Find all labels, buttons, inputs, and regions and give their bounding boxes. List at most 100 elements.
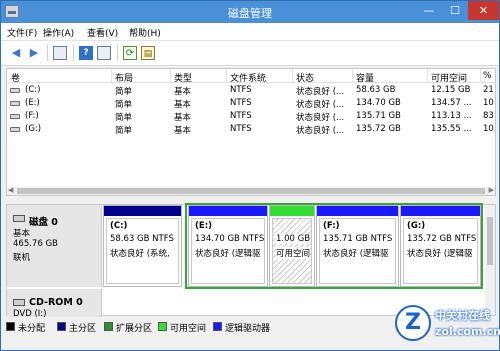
volume-list: 卷 布局 类型 文件系统 状态 容量 可用空间 % (C:) 简单 基本 NTF…	[6, 68, 496, 196]
column-header-capacity[interactable]: 容量	[356, 71, 374, 84]
volume-status: 状态良好 (...	[296, 126, 345, 136]
partition-size: 135.71 GB NTFS	[323, 234, 393, 244]
column-divider	[480, 69, 481, 83]
view-list-icon[interactable]	[97, 46, 111, 60]
scrollbar-thumb[interactable]	[487, 217, 493, 265]
volume-capacity: 135.72 GB	[356, 124, 401, 134]
help-icon[interactable]: ?	[79, 46, 93, 60]
volume-capacity: 134.70 GB	[356, 98, 401, 108]
table-row[interactable]: (G:) 简单 基本 NTFS 状态良好 (... 135.72 GB 135.…	[7, 123, 495, 136]
volume-filesystem: NTFS	[230, 111, 252, 121]
legend-label: 逻辑驱动器	[225, 324, 271, 334]
menu-bar: 文件(F) 操作(A) 查看(V) 帮助(H)	[1, 23, 499, 41]
partition-body: (F:) 135.71 GB NTFS 状态良好 (逻辑驱	[319, 218, 396, 284]
volume-layout: 简单	[115, 126, 133, 136]
volume-status: 状态良好 (...	[296, 87, 345, 97]
partition-status: 状态良好 (逻辑驱	[323, 249, 389, 259]
disk-name: 磁盘 0	[29, 217, 58, 228]
disk-management-window: 磁盘管理 — ☐ ✕ 文件(F) 操作(A) 查看(V) 帮助(H) ◀ ▶ ?…	[0, 0, 500, 351]
disk-type: 基本	[13, 229, 31, 239]
partition-name: (G:)	[407, 221, 426, 231]
partition-status: 状态良好 (逻辑驱	[195, 249, 261, 259]
volume-type: 基本	[174, 100, 192, 110]
column-divider	[226, 69, 227, 83]
partition-g[interactable]: (G:) 135.72 GB NTFS 状态良好 (逻辑驱	[400, 205, 481, 287]
drive-icon	[10, 114, 20, 119]
partition-c[interactable]: (C:) 58.63 GB NTFS 状态良好 (系统,	[103, 205, 182, 287]
partition-size: 1.00 GB	[276, 234, 311, 244]
volume-type: 基本	[174, 87, 192, 97]
volume-percent-free: 83	[483, 111, 494, 121]
volume-name: (F:)	[25, 111, 39, 121]
legend-label: 未分配	[18, 324, 46, 334]
scroll-right-arrow-icon[interactable]: ▶	[489, 186, 494, 194]
column-header-filesystem[interactable]: 文件系统	[230, 71, 266, 84]
volume-filesystem: NTFS	[230, 124, 252, 134]
close-button[interactable]: ✕	[468, 1, 499, 20]
table-row[interactable]: (E:) 简单 基本 NTFS 状态良好 (... 134.70 GB 134.…	[7, 97, 495, 110]
table-row[interactable]: (C:) 简单 基本 NTFS 状态良好 (... 58.63 GB 12.15…	[7, 84, 495, 97]
partition-e[interactable]: (E:) 134.70 GB NTFS 状态良好 (逻辑驱	[188, 205, 268, 287]
refresh-icon[interactable]: ⟳	[123, 46, 137, 60]
forward-arrow-icon[interactable]: ▶	[27, 46, 41, 60]
column-header-type[interactable]: 类型	[174, 71, 192, 84]
menu-view[interactable]: 查看(V)	[87, 26, 118, 39]
partition-status: 状态良好 (系统,	[110, 249, 170, 259]
horizontal-scrollbar[interactable]: ◀ ▶	[7, 186, 495, 195]
volume-type: 基本	[174, 126, 192, 136]
scroll-left-arrow-icon[interactable]: ◀	[8, 186, 13, 194]
menu-action[interactable]: 操作(A)	[43, 26, 74, 39]
cdrom-icon	[13, 299, 25, 306]
volume-percent-free: 10	[483, 124, 494, 134]
column-header-layout[interactable]: 布局	[115, 71, 133, 84]
disk-0-label[interactable]: 磁盘 0 基本 465.76 GB 联机	[7, 205, 102, 287]
legend-swatch-primary	[57, 322, 66, 331]
partition-bar	[401, 206, 480, 216]
volume-status: 状态良好 (...	[296, 113, 345, 123]
drive-icon	[10, 101, 20, 106]
partition-f[interactable]: (F:) 135.71 GB NTFS 状态良好 (逻辑驱	[316, 205, 399, 287]
cdrom-0-label[interactable]: CD-ROM 0 DVD (I:)	[7, 289, 102, 319]
partition-body: 1.00 GB 可用空间	[272, 218, 312, 284]
toolbar-separator	[117, 45, 118, 61]
zol-watermark: 中关村在线 zol.com.cn	[395, 297, 500, 349]
menu-help[interactable]: 帮助(H)	[129, 26, 161, 39]
volume-free-space: 113.13 ...	[431, 111, 472, 121]
partition-bar	[104, 206, 181, 216]
volume-name: (C:)	[25, 85, 41, 95]
partition-status: 状态良好 (逻辑驱	[407, 249, 473, 259]
volume-filesystem: NTFS	[230, 98, 252, 108]
partition-body: (C:) 58.63 GB NTFS 状态良好 (系统,	[106, 218, 179, 284]
column-header-volume[interactable]: 卷	[11, 71, 20, 84]
table-row[interactable]: (F:) 简单 基本 NTFS 状态良好 (... 135.71 GB 113.…	[7, 110, 495, 123]
menu-file[interactable]: 文件(F)	[7, 26, 37, 39]
column-header-percent-free[interactable]: %	[483, 71, 492, 81]
volume-layout: 简单	[115, 87, 133, 97]
back-arrow-icon[interactable]: ◀	[9, 46, 23, 60]
minimize-button[interactable]: —	[416, 1, 442, 20]
volume-free-space: 135.55 ...	[431, 124, 472, 134]
disk-status: 联机	[13, 253, 31, 263]
column-header-status[interactable]: 状态	[296, 71, 314, 84]
partition-bar	[189, 206, 267, 216]
scrollbar-thumb[interactable]	[17, 188, 485, 194]
show-hide-console-tree-icon[interactable]	[53, 46, 67, 60]
properties-icon[interactable]: ▤	[141, 46, 155, 60]
drive-icon	[10, 127, 20, 132]
partition-status: 可用空间	[276, 247, 311, 259]
legend-swatch-unallocated	[6, 322, 15, 331]
partition-name: (E:)	[195, 221, 212, 231]
legend-swatch-free-space	[158, 322, 167, 331]
cdrom-drive: DVD (I:)	[13, 309, 47, 319]
partition-name: (C:)	[110, 221, 128, 231]
column-header-free-space[interactable]: 可用空间	[431, 71, 467, 84]
volume-layout: 简单	[115, 100, 133, 110]
column-divider	[292, 69, 293, 83]
legend-swatch-logical-drive	[213, 322, 222, 331]
watermark-line1: 中关村在线	[435, 309, 490, 322]
free-space-partition[interactable]: 1.00 GB 可用空间	[269, 205, 315, 287]
maximize-button[interactable]: ☐	[442, 1, 468, 20]
column-divider	[352, 69, 353, 83]
partition-name: (F:)	[323, 221, 340, 231]
volume-percent-free: 10	[483, 98, 494, 108]
